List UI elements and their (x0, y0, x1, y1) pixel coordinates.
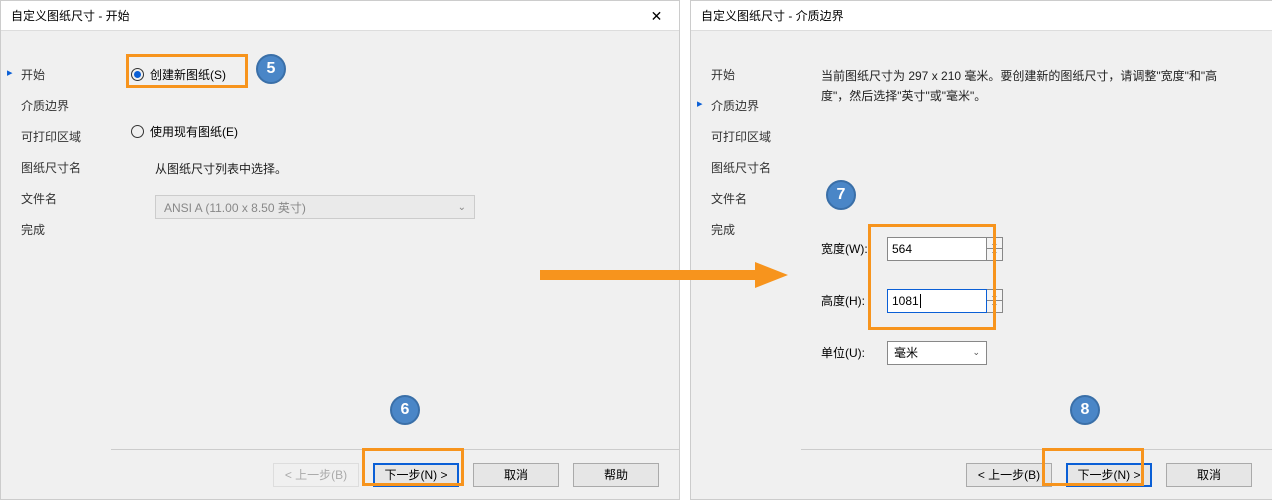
width-label: 宽度(W): (821, 240, 887, 257)
width-spinner[interactable]: ▲ ▼ (987, 237, 1003, 261)
sidebar-item-start[interactable]: 开始 (711, 66, 801, 83)
description-text: 当前图纸尺寸为 297 x 210 毫米。要创建新的图纸尺寸，请调整"宽度"和"… (821, 66, 1252, 107)
radio-icon (131, 68, 144, 81)
unit-select[interactable]: 毫米 ⌄ (887, 341, 987, 365)
title-text: 自定义图纸尺寸 - 开始 (11, 7, 130, 24)
height-spinner[interactable]: ▲ ▼ (987, 289, 1003, 313)
titlebar: 自定义图纸尺寸 - 介质边界 (691, 1, 1272, 31)
cancel-button[interactable]: 取消 (1166, 463, 1252, 487)
sidebar-item-start[interactable]: 开始 (21, 66, 111, 83)
dropdown-value: ANSI A (11.00 x 8.50 英寸) (164, 199, 306, 216)
sidebar: 开始 介质边界 可打印区域 图纸尺寸名 文件名 完成 (691, 31, 801, 499)
sidebar-item-media-bounds[interactable]: 介质边界 (711, 97, 801, 114)
radio-use-existing[interactable]: 使用现有图纸(E) (131, 123, 659, 140)
height-value: 1081 (892, 294, 919, 308)
title-text: 自定义图纸尺寸 - 介质边界 (701, 7, 844, 24)
unit-label: 单位(U): (821, 344, 887, 361)
height-label: 高度(H): (821, 292, 887, 309)
spinner-up-icon[interactable]: ▲ (987, 238, 1002, 250)
hint-text: 从图纸尺寸列表中选择。 (155, 160, 659, 177)
sidebar-item-printable-area[interactable]: 可打印区域 (21, 128, 111, 145)
sidebar-item-finish[interactable]: 完成 (711, 221, 801, 238)
dialog-start: 自定义图纸尺寸 - 开始 ✕ 开始 介质边界 可打印区域 图纸尺寸名 文件名 完… (0, 0, 680, 500)
sidebar-item-printable-area[interactable]: 可打印区域 (711, 128, 801, 145)
radio-label: 使用现有图纸(E) (150, 123, 238, 140)
width-input[interactable]: 564 (887, 237, 987, 261)
height-field: 高度(H): 1081 ▲ ▼ (821, 289, 1252, 313)
sidebar-item-paper-name[interactable]: 图纸尺寸名 (711, 159, 801, 176)
radio-label: 创建新图纸(S) (150, 66, 226, 83)
cancel-button[interactable]: 取消 (473, 463, 559, 487)
spinner-down-icon[interactable]: ▼ (987, 249, 1002, 260)
chevron-down-icon: ⌄ (972, 347, 980, 358)
button-bar: < 上一步(B) 下一步(N) > 取消 帮助 (111, 449, 679, 499)
chevron-down-icon: ⌄ (458, 202, 466, 213)
next-button[interactable]: 下一步(N) > (373, 463, 459, 487)
back-button[interactable]: < 上一步(B) (966, 463, 1052, 487)
sidebar-item-media-bounds[interactable]: 介质边界 (21, 97, 111, 114)
sidebar: 开始 介质边界 可打印区域 图纸尺寸名 文件名 完成 (1, 31, 111, 499)
spinner-up-icon[interactable]: ▲ (987, 290, 1002, 302)
sidebar-item-finish[interactable]: 完成 (21, 221, 111, 238)
sidebar-item-file-name[interactable]: 文件名 (21, 190, 111, 207)
text-caret (920, 294, 921, 308)
radio-icon (131, 125, 144, 138)
height-input[interactable]: 1081 (887, 289, 987, 313)
radio-create-new[interactable]: 创建新图纸(S) (131, 66, 659, 83)
sidebar-item-file-name[interactable]: 文件名 (711, 190, 801, 207)
back-button: < 上一步(B) (273, 463, 359, 487)
unit-field: 单位(U): 毫米 ⌄ (821, 341, 1252, 365)
paper-size-dropdown[interactable]: ANSI A (11.00 x 8.50 英寸) ⌄ (155, 195, 475, 219)
width-field: 宽度(W): 564 ▲ ▼ (821, 237, 1252, 261)
spinner-down-icon[interactable]: ▼ (987, 301, 1002, 312)
titlebar: 自定义图纸尺寸 - 开始 ✕ (1, 1, 679, 31)
close-icon: ✕ (651, 8, 663, 25)
width-value: 564 (892, 242, 912, 256)
unit-value: 毫米 (894, 344, 918, 361)
main-panel: 当前图纸尺寸为 297 x 210 毫米。要创建新的图纸尺寸，请调整"宽度"和"… (801, 31, 1272, 499)
close-button[interactable]: ✕ (634, 1, 679, 31)
main-panel: 创建新图纸(S) 使用现有图纸(E) 从图纸尺寸列表中选择。 ANSI A (1… (111, 31, 679, 499)
dialog-media-bounds: 自定义图纸尺寸 - 介质边界 开始 介质边界 可打印区域 图纸尺寸名 文件名 完… (690, 0, 1272, 500)
button-bar: < 上一步(B) 下一步(N) > 取消 (801, 449, 1272, 499)
next-button[interactable]: 下一步(N) > (1066, 463, 1152, 487)
help-button[interactable]: 帮助 (573, 463, 659, 487)
sidebar-item-paper-name[interactable]: 图纸尺寸名 (21, 159, 111, 176)
